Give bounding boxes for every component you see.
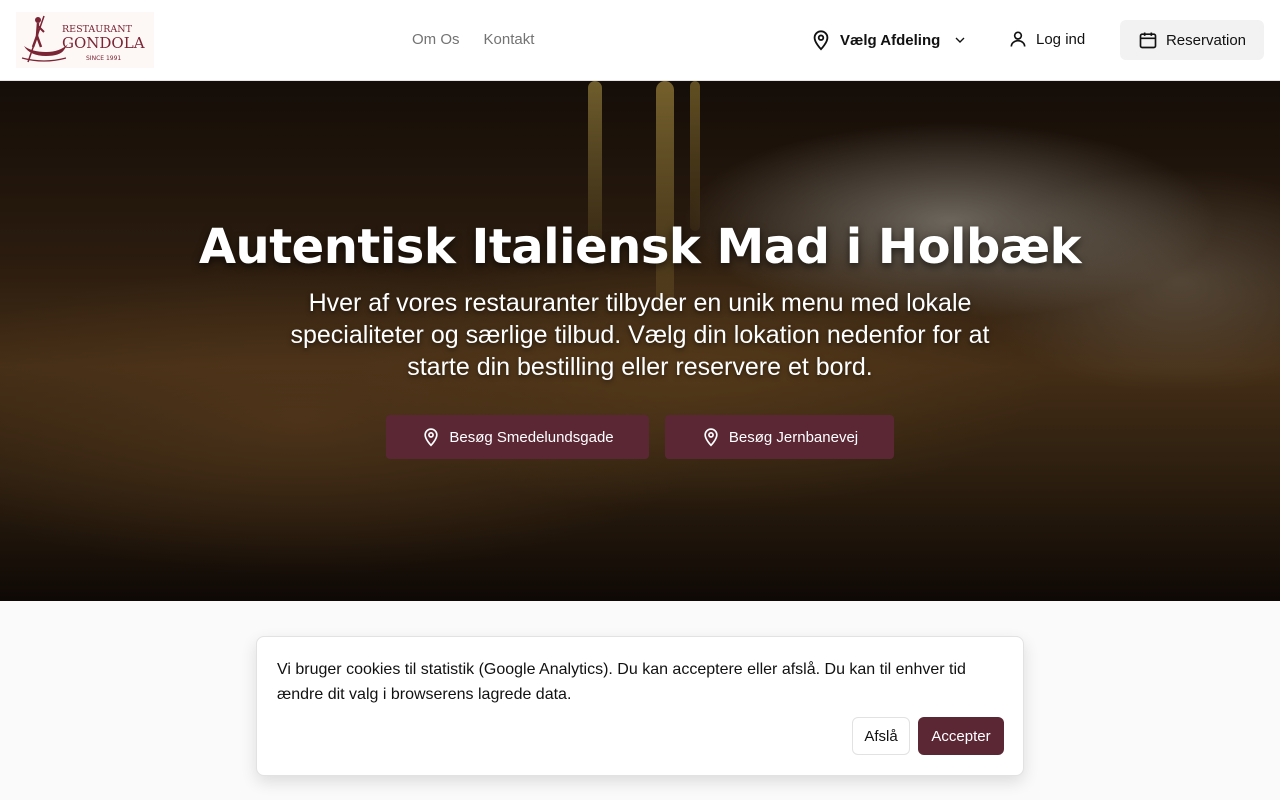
accept-cookies-button[interactable]: Accepter [918,717,1004,755]
visit-jernbanevej-label: Besøg Jernbanevej [728,428,859,446]
department-select-label: Vælg Afdeling [840,31,941,49]
user-icon [1010,31,1026,47]
restaurant-logo[interactable]: RESTAURANT GONDOLA SINCE 1991 [16,12,154,68]
chevron-down-icon [955,37,965,43]
hero-subtitle: Hver af vores restauranter tilbyder en u… [290,289,990,381]
department-select[interactable]: Vælg Afdeling [810,29,968,51]
visit-jernbanevej-button[interactable]: Besøg Jernbanevej [665,415,894,459]
visit-smedelundsgade-button[interactable]: Besøg Smedelundsgade [386,415,649,459]
map-pin-icon [813,30,829,51]
nav-item-kontakt[interactable]: Kontakt [484,31,535,49]
cookie-banner: Vi bruger cookies til statistik (Google … [256,636,1024,776]
hero-section: Autentisk Italiensk Mad i Holbæk Hver af… [0,81,1280,601]
map-pin-icon [424,428,439,447]
map-pin-icon [704,428,718,447]
nav-item-om-os[interactable]: Om Os [412,31,460,49]
reservation-button[interactable]: Reservation [1120,20,1264,60]
login-button[interactable]: Log ind [1008,29,1085,49]
visit-smedelundsgade-label: Besøg Smedelundsgade [449,428,614,446]
decline-cookies-button[interactable]: Afslå [852,717,910,755]
site-header: RESTAURANT GONDOLA SINCE 1991 Om Os Kont… [0,0,1280,81]
cookie-text: Vi bruger cookies til statistik (Google … [277,661,966,703]
calendar-icon [1139,32,1157,49]
svg-text:SINCE 1991: SINCE 1991 [86,55,121,62]
hero-title: Autentisk Italiensk Mad i Holbæk [198,219,1082,275]
main-nav: Om Os Kontakt [412,31,534,49]
reservation-label: Reservation [1165,31,1247,49]
svg-text:GONDOLA: GONDOLA [62,34,145,52]
login-label: Log ind [1036,30,1086,48]
gondola-logo-icon: RESTAURANT GONDOLA SINCE 1991 [21,15,145,63]
